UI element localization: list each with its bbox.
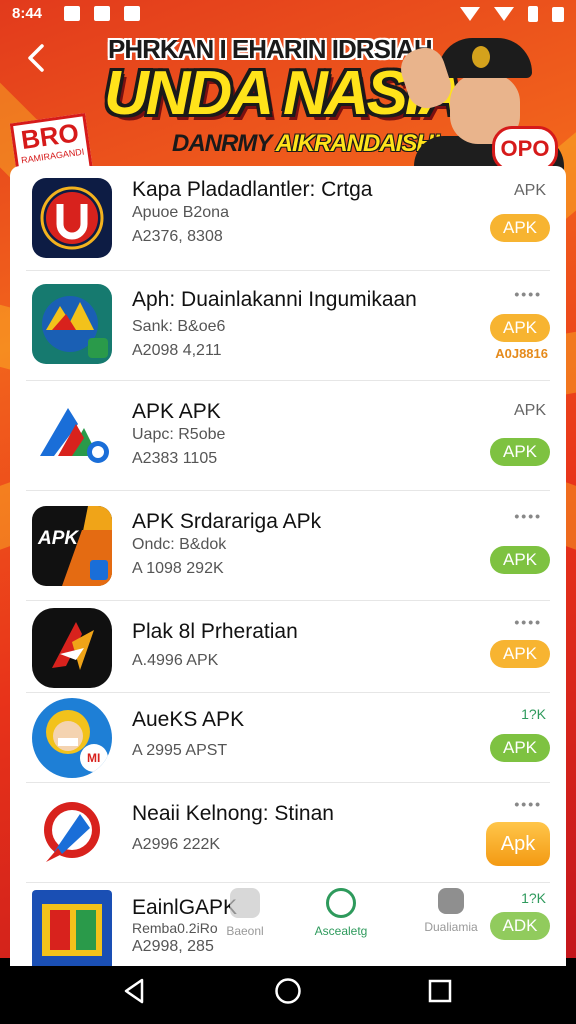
app-type-label: 1?K (521, 706, 546, 722)
app-meta: A2996 222K (132, 836, 221, 853)
apk-download-button[interactable]: APK (490, 640, 550, 668)
download-tab-icon (438, 888, 464, 914)
app-meta: Ondc: B&dok (132, 536, 227, 553)
list-item[interactable]: MI AueKS APK A 2995 APST 1?K APK (26, 692, 550, 783)
app-meta: A.4996 APK (132, 652, 219, 669)
notification-icon (124, 6, 140, 21)
app-title: Neaii Kelnong: Stinan (132, 802, 334, 825)
app-type-label: APK (513, 182, 546, 199)
battery-icon (528, 6, 538, 22)
nav-home-icon[interactable] (274, 977, 302, 1005)
app-meta: A2376, 8308 (132, 228, 223, 245)
apk-download-button[interactable]: APK (490, 314, 550, 342)
app-icon (32, 284, 112, 364)
app-icon: APK (32, 506, 112, 586)
app-meta: A2098 4,211 (132, 342, 222, 359)
app-icon-label: MI (87, 751, 101, 765)
back-button[interactable] (22, 40, 62, 80)
apk-download-button[interactable]: APK (490, 546, 550, 574)
app-meta: Uapc: R5obe (132, 426, 226, 443)
more-options-icon[interactable]: •••• (514, 286, 542, 302)
sim-icon (552, 6, 564, 22)
more-options-icon[interactable]: •••• (514, 508, 542, 524)
app-meta: A 2995 APST (132, 742, 228, 759)
apk-download-button[interactable]: APK (490, 214, 550, 242)
more-options-icon[interactable]: •••• (514, 614, 542, 630)
user-tab-icon (326, 888, 356, 918)
app-icon: MI (32, 698, 112, 778)
app-icon (32, 608, 112, 688)
app-title: Plak 8l Prheratian (132, 620, 298, 643)
home-tab-icon (230, 888, 260, 918)
app-meta: Sank: B&oe6 (132, 318, 226, 335)
app-icon (32, 394, 112, 474)
nav-back-icon[interactable] (120, 977, 148, 1005)
app-icon-label: APK (38, 528, 79, 549)
list-item[interactable]: Kapa Pladadlantler: Crtga Apuoe B2ona A2… (26, 166, 550, 271)
app-meta: A2383 1105 (132, 450, 218, 467)
app-title: APK Srdarariga APk (132, 510, 322, 533)
signal-icon (494, 7, 514, 21)
app-type-label: APK (513, 402, 546, 419)
tab-categories[interactable]: Ascealetg (296, 888, 386, 938)
nav-recents-icon[interactable] (426, 977, 454, 1005)
apk-download-button[interactable]: APK (490, 438, 550, 466)
list-item[interactable]: Aph: Duainlakanni Ingumikaan Sank: B&oe6… (26, 270, 550, 381)
app-title: Kapa Pladadlantler: Crtga (132, 178, 373, 201)
status-time: 8:44 (12, 5, 43, 22)
list-item[interactable]: APK APK Srdarariga APk Ondc: B&dok A 109… (26, 490, 550, 601)
app-icon (32, 890, 112, 966)
notification-icon (64, 6, 80, 21)
bottom-tab-bar: Baeonl Ascealetg Dualiamia (200, 884, 560, 956)
apk-download-button[interactable]: Apk (486, 822, 550, 866)
list-item[interactable]: Neaii Kelnong: Stinan A2996 222K •••• Ap… (26, 782, 550, 883)
tab-home[interactable]: Baeonl (200, 888, 290, 938)
app-meta: A 1098 292K (132, 560, 224, 577)
app-list: Kapa Pladadlantler: Crtga Apuoe B2ona A2… (10, 166, 566, 966)
list-item[interactable]: Plak 8l Prheratian A.4996 APK •••• APK (26, 600, 550, 693)
promo-banner[interactable]: PHRKAN I EHARIN IDRSIAH UNDA NASIAI DANR… (0, 20, 576, 196)
wifi-icon (460, 7, 480, 21)
more-options-icon[interactable]: •••• (514, 796, 542, 812)
status-bar: 8:44 (0, 0, 576, 28)
app-title: Aph: Duainlakanni Ingumikaan (132, 288, 417, 311)
app-icon (32, 178, 112, 258)
app-title: APK APK (132, 400, 221, 423)
back-arrow-icon (28, 44, 44, 72)
app-title: AueKS APK (132, 708, 245, 731)
system-navigation-bar (0, 958, 576, 1024)
app-icon (32, 792, 112, 872)
app-meta: Apuoe B2ona (132, 204, 229, 221)
list-item[interactable]: APK APK Uapc: R5obe A2383 1105 APK APK (26, 380, 550, 491)
tab-downloads[interactable]: Dualiamia (406, 888, 496, 934)
app-note: A0J8816 (495, 346, 548, 361)
apk-download-button[interactable]: APK (490, 734, 550, 762)
notification-icon (94, 6, 110, 21)
